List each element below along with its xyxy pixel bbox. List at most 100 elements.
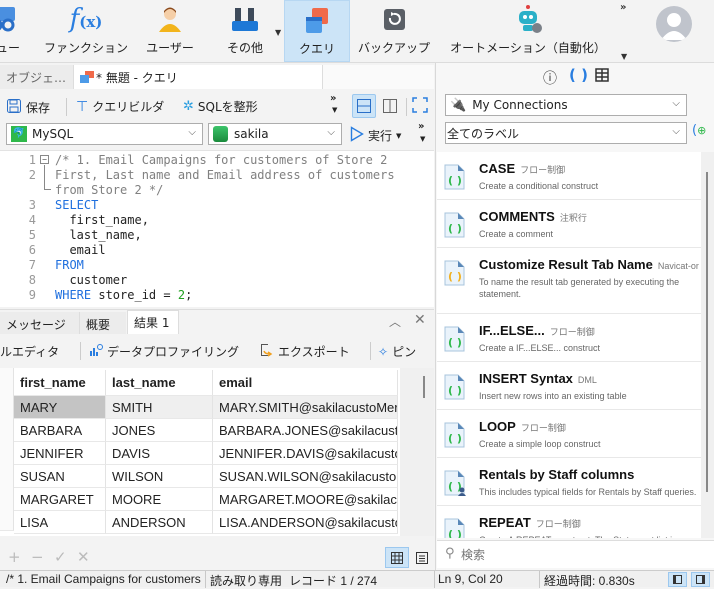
- user-avatar[interactable]: [656, 6, 692, 42]
- tab-summary[interactable]: 概要: [80, 312, 126, 336]
- table-cell[interactable]: MARGARET: [14, 488, 106, 511]
- snippet-tag: フロー制御: [549, 327, 595, 337]
- chevron-down-icon[interactable]: ▼: [420, 135, 425, 143]
- search-icon: ⚲: [445, 546, 455, 561]
- table-cell[interactable]: BARBARA: [14, 419, 106, 442]
- table-cell[interactable]: SMITH: [106, 396, 213, 419]
- chevron-down-icon[interactable]: ▼: [275, 28, 281, 37]
- snippet-item[interactable]: ( ) REPEAT フロー制御 Create A REPEAT construct.…: [437, 506, 701, 538]
- column-header-last_name[interactable]: last_name: [106, 370, 213, 396]
- table-cell[interactable]: LISA.ANDERSON@sakilacustoM: [213, 511, 398, 534]
- function-icon: f(x): [69, 4, 103, 34]
- snippet-file-icon: ( ): [444, 326, 465, 352]
- snippet-description: To name the result tab generated by exec…: [479, 277, 680, 299]
- connections-select[interactable]: 🔌 My Connections ⌵: [445, 94, 687, 116]
- scrollbar-thumb[interactable]: [706, 172, 708, 492]
- tab-message[interactable]: メッセージ: [0, 312, 80, 336]
- snippet-item[interactable]: ( ) Customize Result Tab Name Navicat-or To…: [437, 248, 701, 314]
- table-cell[interactable]: JENNIFER.DAVIS@sakilacustoM: [213, 442, 398, 465]
- snippet-scrollbar[interactable]: [701, 152, 714, 538]
- grid-scrollbar[interactable]: [400, 368, 434, 536]
- ribbon-user-button[interactable]: ユーザー: [138, 0, 202, 62]
- grid-layout-icon[interactable]: [595, 68, 609, 85]
- snippet-item[interactable]: ( ) Rentals by Staff columns This includes…: [437, 458, 701, 506]
- overflow-icon[interactable]: »: [418, 121, 424, 132]
- tab-result-1[interactable]: 結果 1: [127, 310, 179, 334]
- overflow-icon[interactable]: »: [330, 93, 336, 104]
- table-cell[interactable]: LISA: [14, 511, 106, 534]
- table-cell[interactable]: MARY.SMITH@sakilacustoMer.: [213, 396, 398, 419]
- table-cell[interactable]: WILSON: [106, 465, 213, 488]
- collapse-icon[interactable]: ︿: [389, 313, 401, 330]
- code-line: last_name,: [55, 228, 142, 242]
- save-button[interactable]: 保存: [6, 98, 50, 117]
- export-button[interactable]: エクスポート: [260, 343, 350, 360]
- cell-editor-button[interactable]: ルエディタ: [0, 343, 59, 360]
- divider: [406, 98, 407, 116]
- ribbon-view-button[interactable]: ビュー: [0, 0, 32, 62]
- snippet-item[interactable]: ( ) CASE フロー制御 Create a conditional constru…: [437, 152, 701, 200]
- table-cell[interactable]: MARY: [14, 396, 106, 419]
- info-icon[interactable]: ⓘ: [543, 68, 557, 88]
- ribbon-others-button[interactable]: その他: [215, 0, 275, 62]
- ribbon-automation-button[interactable]: オートメーション（自動化）: [440, 0, 616, 62]
- table-cell[interactable]: JONES: [106, 419, 213, 442]
- ribbon-query-button[interactable]: クエリ: [284, 0, 350, 62]
- overflow-icon[interactable]: »: [620, 2, 626, 13]
- table-cell[interactable]: ANDERSON: [106, 511, 213, 534]
- snippet-file-icon: ( ): [444, 422, 465, 448]
- close-icon[interactable]: ✕: [414, 312, 426, 328]
- snippet-icon[interactable]: ( ): [569, 66, 588, 84]
- pin-button[interactable]: ✧ ピン: [378, 343, 416, 360]
- table-cell[interactable]: SUSAN: [14, 465, 106, 488]
- chevron-down-icon[interactable]: ▼: [332, 106, 337, 114]
- table-cell[interactable]: DAVIS: [106, 442, 213, 465]
- snippet-tag: Navicat-or: [657, 261, 699, 271]
- snippet-title: COMMENTS 注釈行: [479, 209, 587, 224]
- table-cell[interactable]: MARGARET.MOORE@sakilacus: [213, 488, 398, 511]
- apply-button[interactable]: ✓: [54, 548, 67, 566]
- snippet-search[interactable]: ⚲: [437, 540, 714, 568]
- toggle-right-panel-button[interactable]: [691, 572, 710, 587]
- ribbon-function-button[interactable]: f(x) ファンクション: [40, 0, 132, 62]
- search-input[interactable]: [461, 545, 701, 565]
- result-grid[interactable]: first_name last_name email MARY SMITH MARY.SM…: [0, 368, 400, 536]
- data-profiling-button[interactable]: データプロファイリング: [89, 343, 239, 360]
- add-snippet-icon[interactable]: (⊕: [692, 123, 706, 138]
- snippet-item[interactable]: ( ) IF...ELSE... フロー制御 Create a IF...ELSE..…: [437, 314, 701, 362]
- fold-toggle-icon[interactable]: −: [40, 155, 49, 164]
- layout-vertical-button[interactable]: [378, 94, 402, 118]
- toggle-left-panel-button[interactable]: [668, 572, 687, 587]
- tab-objects[interactable]: オブジェ…: [0, 65, 74, 89]
- snippet-item[interactable]: ( ) INSERT Syntax DML Insert new rows into …: [437, 362, 701, 410]
- db-type-select[interactable]: 🐬 MySQL ⌵: [6, 123, 203, 145]
- database-select[interactable]: sakila ⌵: [208, 123, 342, 145]
- snippet-item[interactable]: ( ) LOOP フロー制御 Create a simple loop constru…: [437, 410, 701, 458]
- table-cell[interactable]: BARBARA.JONES@sakilacustoM: [213, 419, 398, 442]
- grid-view-button[interactable]: [385, 547, 409, 568]
- sql-editor[interactable]: − 1 /* 1. Email Campaigns for customers o…: [0, 150, 434, 307]
- format-sql-button[interactable]: ✲ SQLを整形: [183, 98, 258, 115]
- query-builder-button[interactable]: ⊤ クエリビルダ: [76, 98, 164, 115]
- column-header-first_name[interactable]: first_name: [14, 370, 106, 396]
- layout-horizontal-button[interactable]: [352, 94, 376, 118]
- snippet-item[interactable]: ( ) COMMENTS 注釈行 Create a comment: [437, 200, 701, 248]
- table-cell[interactable]: SUSAN.WILSON@sakilacustoM: [213, 465, 398, 488]
- table-cell[interactable]: MOORE: [106, 488, 213, 511]
- chevron-down-icon[interactable]: ▼: [621, 52, 627, 61]
- ribbon-backup-button[interactable]: バックアップ: [354, 0, 434, 62]
- column-header-email[interactable]: email: [213, 370, 398, 396]
- add-row-button[interactable]: +: [8, 548, 21, 566]
- form-view-button[interactable]: [412, 547, 432, 568]
- delete-row-button[interactable]: −: [31, 548, 44, 566]
- table-cell[interactable]: JENNIFER: [14, 442, 106, 465]
- labels-select[interactable]: 全てのラベル ⌵: [445, 122, 687, 144]
- fullscreen-icon: [412, 97, 428, 113]
- fullscreen-button[interactable]: [412, 97, 428, 116]
- bar-chart-icon: [89, 343, 103, 360]
- discard-button[interactable]: ✕: [77, 548, 90, 566]
- run-button[interactable]: 実行 ▼: [350, 126, 401, 145]
- scrollbar-thumb[interactable]: [423, 376, 425, 398]
- tab-query[interactable]: * 無題 - クエリ: [74, 65, 322, 89]
- chevron-down-icon[interactable]: ▼: [396, 132, 401, 140]
